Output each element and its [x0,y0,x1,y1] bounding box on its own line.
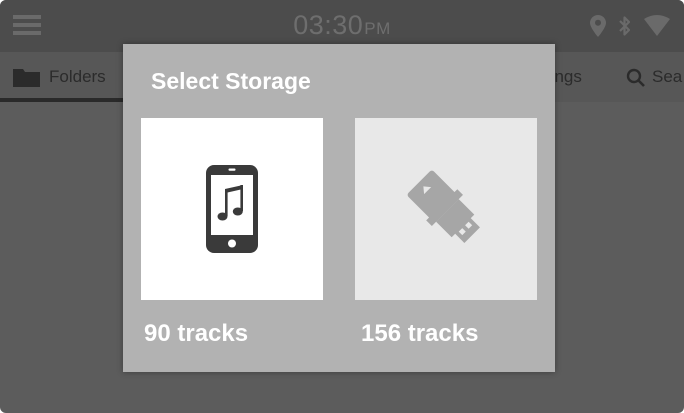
head-unit-screen: 03:30PM Folders ongs Sea Select Storage … [0,0,684,413]
usb-track-count: 156 tracks [361,320,479,347]
wifi-icon [644,15,670,36]
clock-ampm: PM [364,19,391,38]
dialog-title: Select Storage [151,68,311,94]
phone-storage-option[interactable] [141,118,323,300]
tab-search[interactable]: Sea [626,52,682,102]
location-pin-icon [590,15,606,37]
tab-search-label: Sea [652,67,683,86]
phone-music-icon [206,165,258,253]
folder-icon [13,69,40,87]
bluetooth-icon [619,16,631,36]
select-storage-dialog: Select Storage 90 tracks 156 tracks [123,44,555,372]
status-icons [590,12,670,40]
tab-folders-label: Folders [49,67,106,86]
active-tab-indicator [0,98,124,102]
usb-drive-icon [407,170,480,243]
search-icon [626,68,645,87]
usb-storage-option[interactable] [355,118,537,300]
phone-track-count: 90 tracks [144,320,249,347]
tab-folders[interactable]: Folders [13,52,106,102]
clock-time: 03:30 [293,10,364,40]
clock: 03:30PM [0,10,684,41]
